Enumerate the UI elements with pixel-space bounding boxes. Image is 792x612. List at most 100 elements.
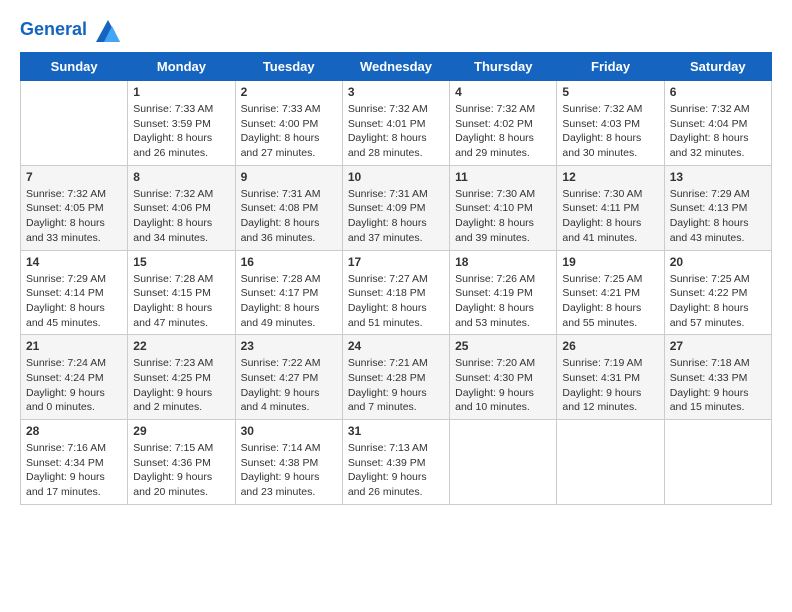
day-info: Sunrise: 7:31 AM Sunset: 4:08 PM Dayligh… — [241, 187, 337, 246]
day-number: 13 — [670, 170, 766, 184]
day-number: 10 — [348, 170, 444, 184]
day-info: Sunrise: 7:28 AM Sunset: 4:15 PM Dayligh… — [133, 272, 229, 331]
day-info: Sunrise: 7:32 AM Sunset: 4:03 PM Dayligh… — [562, 102, 658, 161]
week-row-1: 7Sunrise: 7:32 AM Sunset: 4:05 PM Daylig… — [21, 165, 772, 250]
logo-general: General — [20, 19, 87, 39]
day-cell: 20Sunrise: 7:25 AM Sunset: 4:22 PM Dayli… — [664, 250, 771, 335]
day-info: Sunrise: 7:19 AM Sunset: 4:31 PM Dayligh… — [562, 356, 658, 415]
day-number: 3 — [348, 85, 444, 99]
day-info: Sunrise: 7:18 AM Sunset: 4:33 PM Dayligh… — [670, 356, 766, 415]
week-row-3: 21 Sunrise: 7:24 AM Sunset: 4:24 PM Dayli… — [21, 335, 772, 420]
day-cell: 3 Sunrise: 7:32 AM Sunset: 4:01 PM Daylig… — [342, 81, 449, 166]
day-number: 22 — [133, 339, 229, 353]
day-cell: 13 Sunrise: 7:29 AM Sunset: 4:13 PM Dayli… — [664, 165, 771, 250]
calendar-body: 1 Sunrise: 7:33 AM Sunset: 3:59 PM Daylig… — [21, 81, 772, 505]
day-cell: 17Sunrise: 7:27 AM Sunset: 4:18 PM Dayli… — [342, 250, 449, 335]
day-number: 11 — [455, 170, 551, 184]
day-cell: 6Sunrise: 7:32 AM Sunset: 4:04 PM Daylig… — [664, 81, 771, 166]
day-number: 7 — [26, 170, 122, 184]
day-number: 30 — [241, 424, 337, 438]
day-info: Sunrise: 7:32 AM Sunset: 4:06 PM Dayligh… — [133, 187, 229, 246]
day-number: 8 — [133, 170, 229, 184]
week-row-2: 14 Sunrise: 7:29 AM Sunset: 4:14 PM Dayli… — [21, 250, 772, 335]
day-cell: 9 Sunrise: 7:31 AM Sunset: 4:08 PM Daylig… — [235, 165, 342, 250]
day-cell: 29 Sunrise: 7:15 AM Sunset: 4:36 PM Dayli… — [128, 420, 235, 505]
header-cell-thursday: Thursday — [450, 53, 557, 81]
day-cell — [450, 420, 557, 505]
day-cell: 14 Sunrise: 7:29 AM Sunset: 4:14 PM Dayli… — [21, 250, 128, 335]
page-header: General — [20, 16, 772, 44]
day-info: Sunrise: 7:26 AM Sunset: 4:19 PM Dayligh… — [455, 272, 551, 331]
day-number: 25 — [455, 339, 551, 353]
day-cell: 10 Sunrise: 7:31 AM Sunset: 4:09 PM Dayli… — [342, 165, 449, 250]
day-info: Sunrise: 7:22 AM Sunset: 4:27 PM Dayligh… — [241, 356, 337, 415]
logo: General — [20, 16, 122, 44]
day-cell: 18 Sunrise: 7:26 AM Sunset: 4:19 PM Dayli… — [450, 250, 557, 335]
day-number: 2 — [241, 85, 337, 99]
day-info: Sunrise: 7:33 AM Sunset: 3:59 PM Dayligh… — [133, 102, 229, 161]
day-number: 29 — [133, 424, 229, 438]
day-number: 1 — [133, 85, 229, 99]
day-info: Sunrise: 7:13 AM Sunset: 4:39 PM Dayligh… — [348, 441, 444, 500]
day-info: Sunrise: 7:20 AM Sunset: 4:30 PM Dayligh… — [455, 356, 551, 415]
day-cell: 7Sunrise: 7:32 AM Sunset: 4:05 PM Daylig… — [21, 165, 128, 250]
header-cell-friday: Friday — [557, 53, 664, 81]
day-info: Sunrise: 7:25 AM Sunset: 4:21 PM Dayligh… — [562, 272, 658, 331]
day-cell: 16 Sunrise: 7:28 AM Sunset: 4:17 PM Dayli… — [235, 250, 342, 335]
day-number: 4 — [455, 85, 551, 99]
day-info: Sunrise: 7:24 AM Sunset: 4:24 PM Dayligh… — [26, 356, 122, 415]
day-info: Sunrise: 7:15 AM Sunset: 4:36 PM Dayligh… — [133, 441, 229, 500]
header-cell-wednesday: Wednesday — [342, 53, 449, 81]
calendar-table: SundayMondayTuesdayWednesdayThursdayFrid… — [20, 52, 772, 505]
day-cell: 11 Sunrise: 7:30 AM Sunset: 4:10 PM Dayli… — [450, 165, 557, 250]
day-cell: 22 Sunrise: 7:23 AM Sunset: 4:25 PM Dayli… — [128, 335, 235, 420]
day-info: Sunrise: 7:29 AM Sunset: 4:14 PM Dayligh… — [26, 272, 122, 331]
day-cell — [21, 81, 128, 166]
day-info: Sunrise: 7:25 AM Sunset: 4:22 PM Dayligh… — [670, 272, 766, 331]
day-cell: 4 Sunrise: 7:32 AM Sunset: 4:02 PM Daylig… — [450, 81, 557, 166]
day-info: Sunrise: 7:23 AM Sunset: 4:25 PM Dayligh… — [133, 356, 229, 415]
day-info: Sunrise: 7:16 AM Sunset: 4:34 PM Dayligh… — [26, 441, 122, 500]
day-cell: 23Sunrise: 7:22 AM Sunset: 4:27 PM Dayli… — [235, 335, 342, 420]
day-number: 19 — [562, 255, 658, 269]
header-cell-monday: Monday — [128, 53, 235, 81]
day-info: Sunrise: 7:28 AM Sunset: 4:17 PM Dayligh… — [241, 272, 337, 331]
day-info: Sunrise: 7:31 AM Sunset: 4:09 PM Dayligh… — [348, 187, 444, 246]
logo-icon — [94, 16, 122, 44]
day-cell: 15 Sunrise: 7:28 AM Sunset: 4:15 PM Dayli… — [128, 250, 235, 335]
day-cell: 8 Sunrise: 7:32 AM Sunset: 4:06 PM Daylig… — [128, 165, 235, 250]
day-number: 28 — [26, 424, 122, 438]
day-number: 18 — [455, 255, 551, 269]
day-info: Sunrise: 7:30 AM Sunset: 4:10 PM Dayligh… — [455, 187, 551, 246]
header-cell-saturday: Saturday — [664, 53, 771, 81]
day-info: Sunrise: 7:32 AM Sunset: 4:01 PM Dayligh… — [348, 102, 444, 161]
day-number: 15 — [133, 255, 229, 269]
day-info: Sunrise: 7:32 AM Sunset: 4:02 PM Dayligh… — [455, 102, 551, 161]
header-row: SundayMondayTuesdayWednesdayThursdayFrid… — [21, 53, 772, 81]
day-number: 9 — [241, 170, 337, 184]
day-number: 21 — [26, 339, 122, 353]
day-number: 24 — [348, 339, 444, 353]
day-cell: 27Sunrise: 7:18 AM Sunset: 4:33 PM Dayli… — [664, 335, 771, 420]
day-cell: 26 Sunrise: 7:19 AM Sunset: 4:31 PM Dayli… — [557, 335, 664, 420]
day-number: 17 — [348, 255, 444, 269]
day-number: 14 — [26, 255, 122, 269]
day-info: Sunrise: 7:33 AM Sunset: 4:00 PM Dayligh… — [241, 102, 337, 161]
day-cell: 25 Sunrise: 7:20 AM Sunset: 4:30 PM Dayli… — [450, 335, 557, 420]
day-number: 26 — [562, 339, 658, 353]
day-number: 16 — [241, 255, 337, 269]
day-cell: 30 Sunrise: 7:14 AM Sunset: 4:38 PM Dayli… — [235, 420, 342, 505]
header-cell-tuesday: Tuesday — [235, 53, 342, 81]
day-cell: 12 Sunrise: 7:30 AM Sunset: 4:11 PM Dayli… — [557, 165, 664, 250]
day-cell: 21 Sunrise: 7:24 AM Sunset: 4:24 PM Dayli… — [21, 335, 128, 420]
day-info: Sunrise: 7:32 AM Sunset: 4:04 PM Dayligh… — [670, 102, 766, 161]
day-info: Sunrise: 7:30 AM Sunset: 4:11 PM Dayligh… — [562, 187, 658, 246]
week-row-0: 1 Sunrise: 7:33 AM Sunset: 3:59 PM Daylig… — [21, 81, 772, 166]
day-info: Sunrise: 7:29 AM Sunset: 4:13 PM Dayligh… — [670, 187, 766, 246]
calendar-header: SundayMondayTuesdayWednesdayThursdayFrid… — [21, 53, 772, 81]
day-info: Sunrise: 7:14 AM Sunset: 4:38 PM Dayligh… — [241, 441, 337, 500]
week-row-4: 28 Sunrise: 7:16 AM Sunset: 4:34 PM Dayli… — [21, 420, 772, 505]
day-cell: 28 Sunrise: 7:16 AM Sunset: 4:34 PM Dayli… — [21, 420, 128, 505]
day-number: 12 — [562, 170, 658, 184]
day-cell: 19 Sunrise: 7:25 AM Sunset: 4:21 PM Dayli… — [557, 250, 664, 335]
